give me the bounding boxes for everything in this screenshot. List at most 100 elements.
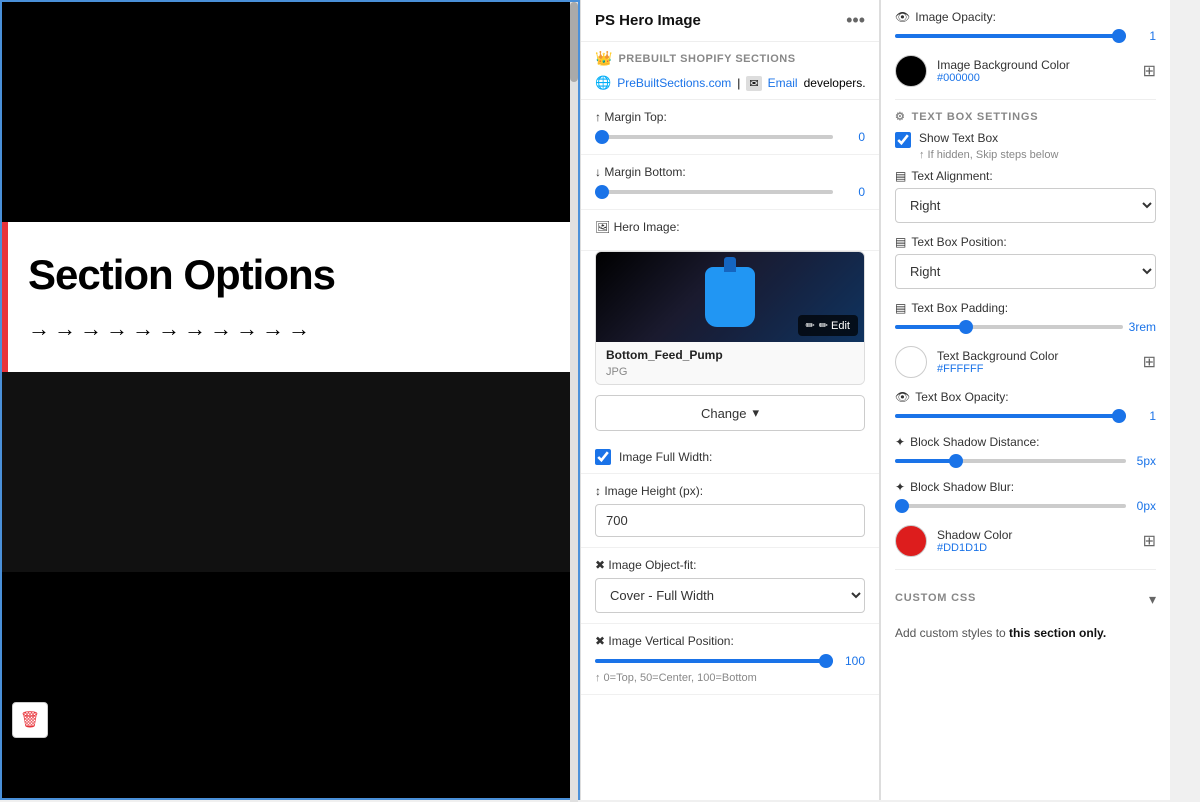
text-alignment-field: ▤ Text Alignment: Left Center Right [895, 169, 1156, 223]
margin-top-slider-row: 0 [595, 130, 865, 144]
text-box-padding-field: ▤ Text Box Padding: 3rem [895, 301, 1156, 334]
eye-icon: 👁 [895, 10, 910, 24]
position-icon: ▤ [895, 235, 906, 249]
links-suffix: developers. [804, 76, 866, 90]
block-shadow-blur-slider-row: 0px [895, 499, 1156, 513]
links-row: 🌐 PreBuiltSections.com | ✉ Email develop… [581, 71, 879, 100]
align-icon: ▤ [895, 169, 906, 183]
image-full-width-label: Image Full Width: [619, 450, 712, 464]
image-height-label: ↕ Image Height (px): [595, 484, 865, 498]
image-height-input[interactable]: 700 [595, 504, 865, 537]
block-shadow-blur-slider[interactable] [895, 504, 1126, 508]
edit-image-button[interactable]: ✏ ✏ Edit [798, 315, 858, 336]
image-bg-color-label: Image Background Color [937, 58, 1133, 72]
text-box-opacity-slider-row: 1 [895, 409, 1156, 423]
site-link[interactable]: PreBuiltSections.com [617, 76, 731, 90]
text-box-padding-slider[interactable] [895, 325, 1123, 329]
shadow-color-row: Shadow Color #DD1D1D ⊞ [895, 525, 1156, 557]
change-image-button[interactable]: Change ▾ [595, 395, 865, 431]
crown-icon: 👑 [595, 50, 612, 67]
image-opacity-field: 👁 Image Opacity: 1 [895, 10, 1156, 43]
margin-top-label: ↑ Margin Top: [595, 110, 865, 124]
text-bg-color-info: Text Background Color #FFFFFF [937, 349, 1133, 375]
preview-top-area [2, 2, 578, 222]
email-link[interactable]: Email [768, 76, 798, 90]
delete-button[interactable]: 🗑 [12, 702, 48, 738]
image-vertical-slider[interactable] [595, 659, 833, 663]
layers-icon-3[interactable]: ⊞ [1143, 531, 1156, 551]
image-vertical-value: 100 [841, 654, 865, 668]
margin-bottom-slider[interactable] [595, 190, 833, 194]
custom-css-collapse[interactable]: CUSTOM CSS ▾ [895, 580, 1156, 618]
scrollbar-thumb [570, 2, 578, 82]
image-objectfit-select[interactable]: Cover - Full Width Cover - Center Contai… [595, 578, 865, 613]
block-shadow-distance-label: ✦ Block Shadow Distance: [895, 435, 1156, 449]
pump-image [705, 267, 755, 327]
globe-icon: 🌐 [595, 75, 611, 91]
shadow-color-swatch[interactable] [895, 525, 927, 557]
padding-icon: ▤ [895, 301, 906, 315]
email-icon: ✉ [746, 76, 761, 91]
block-shadow-distance-slider[interactable] [895, 459, 1126, 463]
right-panel: 👁 Image Opacity: 1 Image Background Colo… [880, 0, 1170, 800]
image-full-width-checkbox[interactable] [595, 449, 611, 465]
image-full-width-row: Image Full Width: [581, 441, 879, 474]
layers-icon-1[interactable]: ⊞ [1143, 61, 1156, 81]
show-text-box-info: Show Text Box ↑ If hidden, Skip steps be… [919, 131, 1058, 161]
image-vertical-field: ✖ Image Vertical Position: 100 ↑ 0=Top, … [581, 624, 879, 695]
margin-top-field: ↑ Margin Top: 0 [581, 100, 879, 155]
image-opacity-label: 👁 Image Opacity: [895, 10, 1156, 24]
text-box-section-title: ⚙ TEXT BOX SETTINGS [895, 110, 1156, 123]
shadow-color-info: Shadow Color #DD1D1D [937, 528, 1133, 554]
preview-scrollbar[interactable] [570, 2, 578, 802]
preview-content-box: Section Options →→→→→→→→→→→ [2, 222, 578, 372]
image-bg-color-swatch[interactable] [895, 55, 927, 87]
layers-icon-2[interactable]: ⊞ [1143, 352, 1156, 372]
shadow-icon-1: ✦ [895, 435, 905, 449]
custom-css-title: CUSTOM CSS [895, 592, 976, 604]
edit-label: ✏ Edit [819, 319, 850, 332]
image-vertical-label: ✖ Image Vertical Position: [595, 634, 865, 648]
collapse-icon: ▾ [1149, 591, 1156, 608]
show-text-box-hint: ↑ If hidden, Skip steps below [919, 149, 1058, 161]
margin-top-slider[interactable] [595, 135, 833, 139]
text-box-opacity-value: 1 [1132, 409, 1156, 423]
text-bg-color-swatch[interactable] [895, 346, 927, 378]
hero-image-label: 🖼 Hero Image: [595, 220, 865, 234]
separator: | [737, 76, 740, 90]
text-box-position-field: ▤ Text Box Position: Left Center Right [895, 235, 1156, 289]
panel-menu-dots[interactable]: ••• [846, 10, 865, 31]
badge-text: PREBUILT SHOPIFY SECTIONS [618, 53, 795, 65]
text-box-position-label: ▤ Text Box Position: [895, 235, 1156, 249]
chevron-down-icon: ▾ [753, 405, 760, 421]
image-objectfit-label: ✖ Image Object-fit: [595, 558, 865, 572]
shadow-icon-2: ✦ [895, 480, 905, 494]
shadow-color-value: #DD1D1D [937, 542, 1133, 554]
image-preview-box: ✏ ✏ Edit Bottom_Feed_Pump JPG [595, 251, 865, 385]
gear-icon: ⚙ [895, 110, 906, 123]
text-alignment-select[interactable]: Left Center Right [895, 188, 1156, 223]
text-bg-color-row: Text Background Color #FFFFFF ⊞ [895, 346, 1156, 378]
image-bg-color-info: Image Background Color #000000 [937, 58, 1133, 84]
margin-bottom-value: 0 [841, 185, 865, 199]
image-opacity-slider-row: 1 [895, 29, 1156, 43]
preview-panel: Section Options →→→→→→→→→→→ 🗑 [0, 0, 580, 800]
text-box-position-select[interactable]: Left Center Right [895, 254, 1156, 289]
image-opacity-slider[interactable] [895, 34, 1126, 38]
text-box-opacity-field: 👁 Text Box Opacity: 1 [895, 390, 1156, 423]
text-box-opacity-slider[interactable] [895, 414, 1126, 418]
panel-title: PS Hero Image [595, 12, 701, 29]
text-bg-color-label: Text Background Color [937, 349, 1133, 363]
block-shadow-distance-field: ✦ Block Shadow Distance: 5px [895, 435, 1156, 468]
image-name: Bottom_Feed_Pump [596, 342, 864, 364]
custom-css-hint: Add custom styles to this section only. [895, 624, 1156, 642]
text-alignment-label: ▤ Text Alignment: [895, 169, 1156, 183]
badge-row: 👑 PREBUILT SHOPIFY SECTIONS [581, 42, 879, 71]
margin-bottom-slider-row: 0 [595, 185, 865, 199]
hero-image-section: 🖼 Hero Image: [581, 210, 879, 251]
image-bg-color-row: Image Background Color #000000 ⊞ [895, 55, 1156, 87]
show-text-box-checkbox[interactable] [895, 132, 911, 148]
preview-arrows: →→→→→→→→→→→ [28, 316, 558, 342]
edit-icon: ✏ [806, 319, 815, 332]
image-height-field: ↕ Image Height (px): 700 [581, 474, 879, 548]
